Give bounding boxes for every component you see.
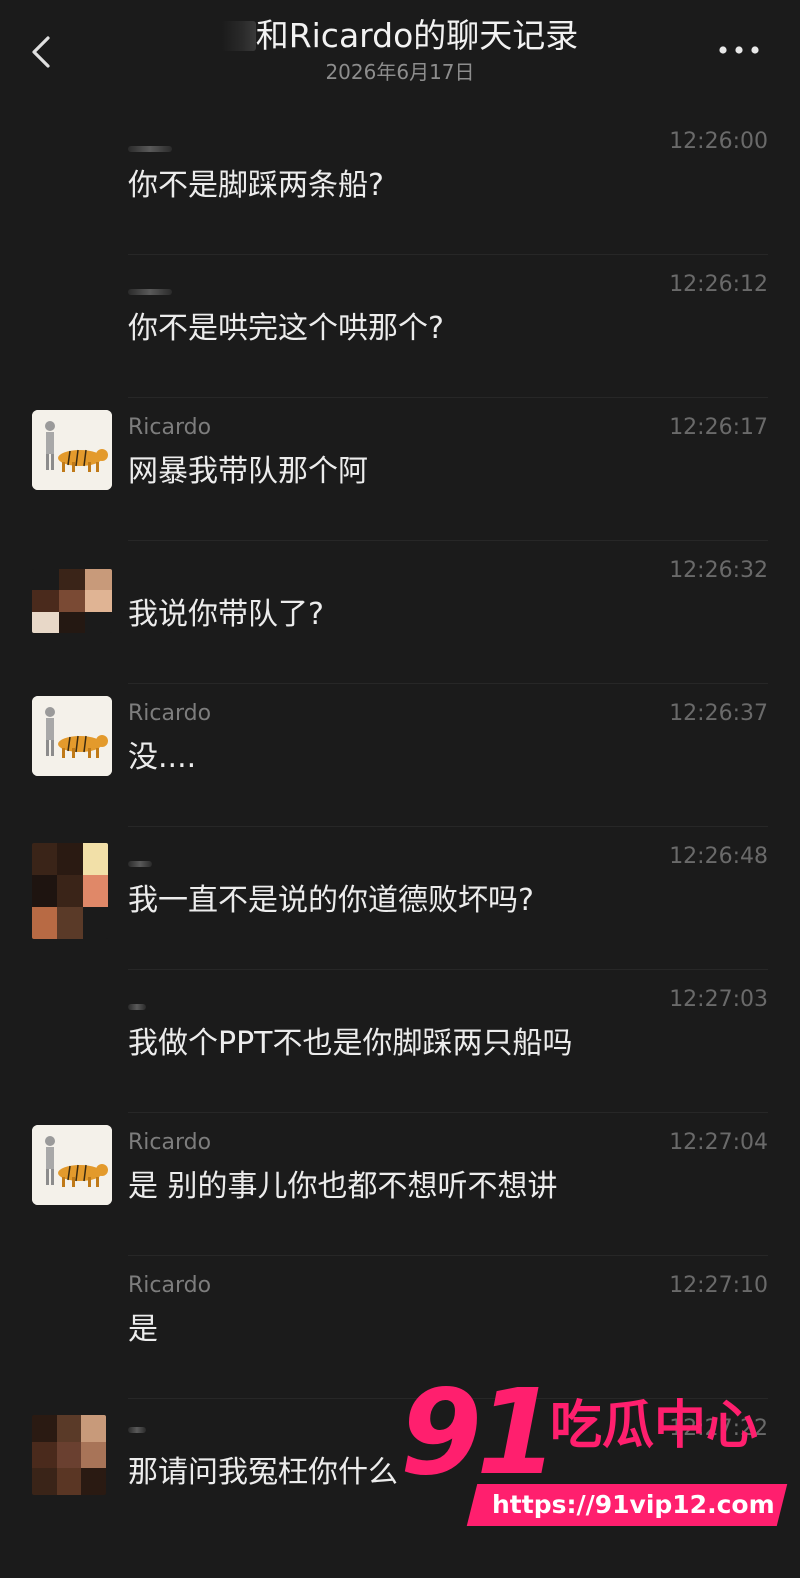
sender-name: Ricardo (128, 415, 212, 440)
avatar[interactable] (32, 1125, 112, 1205)
sender-name: Ricardo (128, 1130, 212, 1155)
message-text: 那请问我冤枉你什么 (128, 1455, 398, 1490)
site-watermark: 91 吃瓜中心 https://91vip12.com (400, 1372, 790, 1532)
redacted-sender (128, 289, 172, 295)
tiger-avatar-icon (32, 410, 112, 490)
message-text: 是 别的事儿你也都不想听不想讲 (128, 1169, 558, 1204)
tiger-avatar-icon (32, 1125, 112, 1205)
message-item[interactable]: 12:26:48 我一直不是说的你道德败坏吗? (0, 827, 800, 970)
message-time: 12:26:48 (669, 844, 768, 869)
message-text: 我做个PPT不也是你脚踩两只船吗 (128, 1026, 573, 1061)
message-text: 网暴我带队那个阿 (128, 454, 368, 489)
message-time: 12:26:00 (669, 129, 768, 154)
tiger-avatar-icon (32, 696, 112, 776)
message-time: 12:27:03 (669, 987, 768, 1012)
message-item[interactable]: 12:26:00 你不是脚踩两条船? (0, 112, 800, 255)
sender-name: Ricardo (128, 1273, 212, 1298)
message-text: 是 (128, 1312, 158, 1347)
message-text: 我说你带队了? (128, 597, 324, 632)
avatar[interactable] (32, 696, 112, 776)
back-button[interactable] (22, 30, 62, 74)
title-block: 和Ricardo的聊天记录 2026年6月17日 (150, 14, 650, 86)
avatar[interactable] (32, 1415, 106, 1495)
message-time: 12:26:17 (669, 415, 768, 440)
message-time: 12:26:32 (669, 558, 768, 583)
watermark-number: 91 (400, 1363, 558, 1501)
watermark-url: https://91vip12.com (492, 1490, 775, 1519)
more-dots-icon (719, 46, 759, 54)
sender-name: Ricardo (128, 701, 212, 726)
redacted-sender (128, 146, 172, 152)
redacted-sender (128, 1427, 146, 1433)
page-title: 和Ricardo的聊天记录 (150, 14, 650, 58)
avatar[interactable] (32, 410, 112, 490)
message-time: 12:27:10 (669, 1273, 768, 1298)
redacted-sender (128, 861, 152, 867)
message-item[interactable]: 12:26:32 我说你带队了? (0, 541, 800, 684)
chat-title: 和Ricardo的聊天记录 (255, 16, 579, 55)
watermark-name: 吃瓜中心 (550, 1396, 759, 1456)
chat-date: 2026年6月17日 (325, 60, 475, 84)
chevron-left-icon (32, 36, 50, 68)
chat-header: 和Ricardo的聊天记录 2026年6月17日 (0, 0, 800, 112)
message-text: 我一直不是说的你道德败坏吗? (128, 883, 534, 918)
message-item[interactable]: 12:26:12 你不是哄完这个哄那个? (0, 255, 800, 398)
message-item[interactable]: Ricardo 12:26:37 没.... (0, 684, 800, 827)
more-button[interactable] (714, 30, 764, 70)
message-text: 没.... (128, 740, 197, 775)
message-time: 12:27:04 (669, 1130, 768, 1155)
redacted-name (221, 21, 256, 51)
message-item[interactable]: 12:27:03 我做个PPT不也是你脚踩两只船吗 (0, 970, 800, 1113)
message-time: 12:26:37 (669, 701, 768, 726)
avatar[interactable] (32, 843, 108, 939)
message-text: 你不是哄完这个哄那个? (128, 311, 444, 346)
message-text: 你不是脚踩两条船? (128, 168, 384, 203)
avatar[interactable] (32, 569, 112, 633)
message-time: 12:26:12 (669, 272, 768, 297)
message-item[interactable]: Ricardo 12:26:17 网暴我带队那个阿 (0, 398, 800, 541)
message-item[interactable]: Ricardo 12:27:04 是 别的事儿你也都不想听不想讲 (0, 1113, 800, 1256)
redacted-sender (128, 1004, 146, 1010)
